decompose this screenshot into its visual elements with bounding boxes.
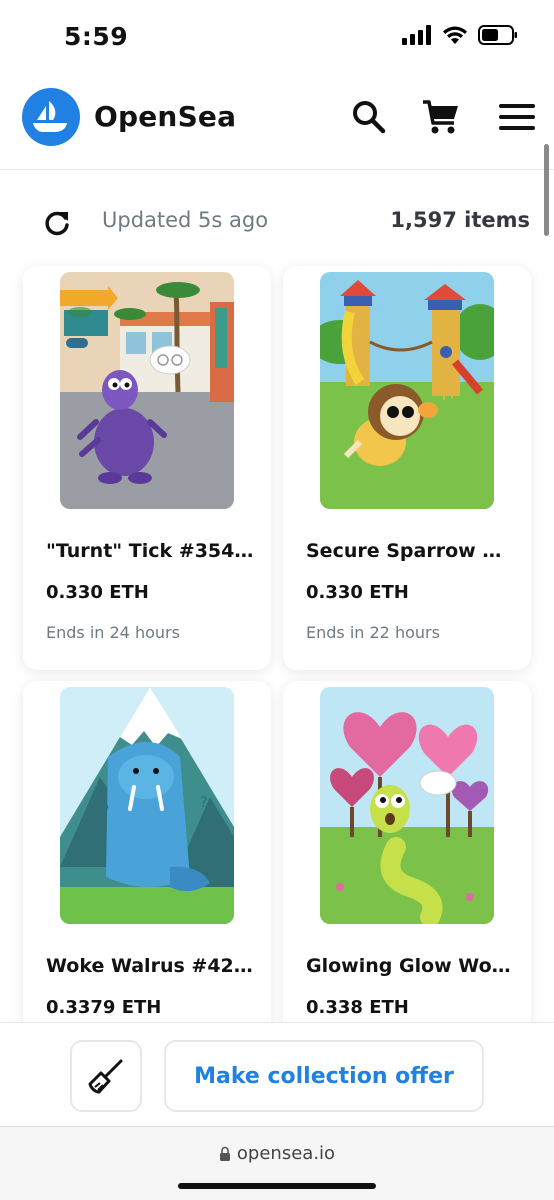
refresh-button[interactable] <box>40 206 74 240</box>
search-button[interactable] <box>348 96 390 138</box>
cart-icon <box>423 100 458 134</box>
menu-icon <box>499 104 535 130</box>
nft-card[interactable]: Secure Sparrow #... 0.330 ETH Ends in 22… <box>283 266 531 670</box>
search-icon <box>353 101 386 134</box>
url-display[interactable]: opensea.io <box>0 1143 554 1164</box>
updated-text: Updated 5s ago <box>102 208 269 232</box>
nft-name[interactable]: "Turnt" Tick #35412 <box>46 540 254 562</box>
wifi-icon <box>443 26 467 44</box>
brand-name[interactable]: OpenSea <box>94 100 236 133</box>
home-indicator[interactable] <box>178 1183 376 1189</box>
nft-price: 0.338 ETH <box>306 997 409 1018</box>
status-time: 5:59 <box>64 22 129 51</box>
nft-name[interactable]: Secure Sparrow #... <box>306 540 514 562</box>
nft-image-walrus[interactable]: ? ? <box>60 687 234 924</box>
items-count: 1,597 items <box>390 208 530 232</box>
signal-icon <box>402 25 431 45</box>
app-header: OpenSea <box>0 70 554 170</box>
nft-name[interactable]: Woke Walrus #42... <box>46 955 254 977</box>
nft-card[interactable]: "Turnt" Tick #35412 0.330 ETH Ends in 24… <box>23 266 271 670</box>
lock-icon <box>219 1146 230 1161</box>
svg-text:?: ? <box>200 795 207 811</box>
refresh-icon <box>45 211 69 236</box>
nft-name[interactable]: Glowing Glow Wor... <box>306 955 514 977</box>
nft-price: 0.330 ETH <box>46 582 149 603</box>
url-text: opensea.io <box>236 1143 336 1164</box>
sweep-button[interactable] <box>70 1040 142 1112</box>
nft-image-sparrow[interactable] <box>320 272 494 509</box>
battery-icon <box>478 25 517 45</box>
nft-image-tick[interactable] <box>60 272 234 509</box>
nft-price: 0.330 ETH <box>306 582 409 603</box>
broom-icon <box>88 1059 123 1094</box>
nft-ends: Ends in 22 hours <box>306 623 440 642</box>
collection-meta-row: Updated 5s ago 1,597 items <box>0 196 554 246</box>
svg-text:?: ? <box>100 801 110 822</box>
bottom-action-bar: Make collection offer <box>0 1022 554 1126</box>
cart-button[interactable] <box>420 96 462 138</box>
opensea-logo-icon[interactable] <box>22 88 80 146</box>
nft-price: 0.3379 ETH <box>46 997 162 1018</box>
nft-ends: Ends in 24 hours <box>46 623 180 642</box>
menu-button[interactable] <box>496 96 538 138</box>
nft-image-glowworm[interactable] <box>320 687 494 924</box>
browser-url-bar[interactable]: opensea.io <box>0 1126 554 1200</box>
status-icons <box>402 25 518 45</box>
status-bar: 5:59 <box>0 0 554 70</box>
make-collection-offer-button[interactable]: Make collection offer <box>164 1040 484 1112</box>
